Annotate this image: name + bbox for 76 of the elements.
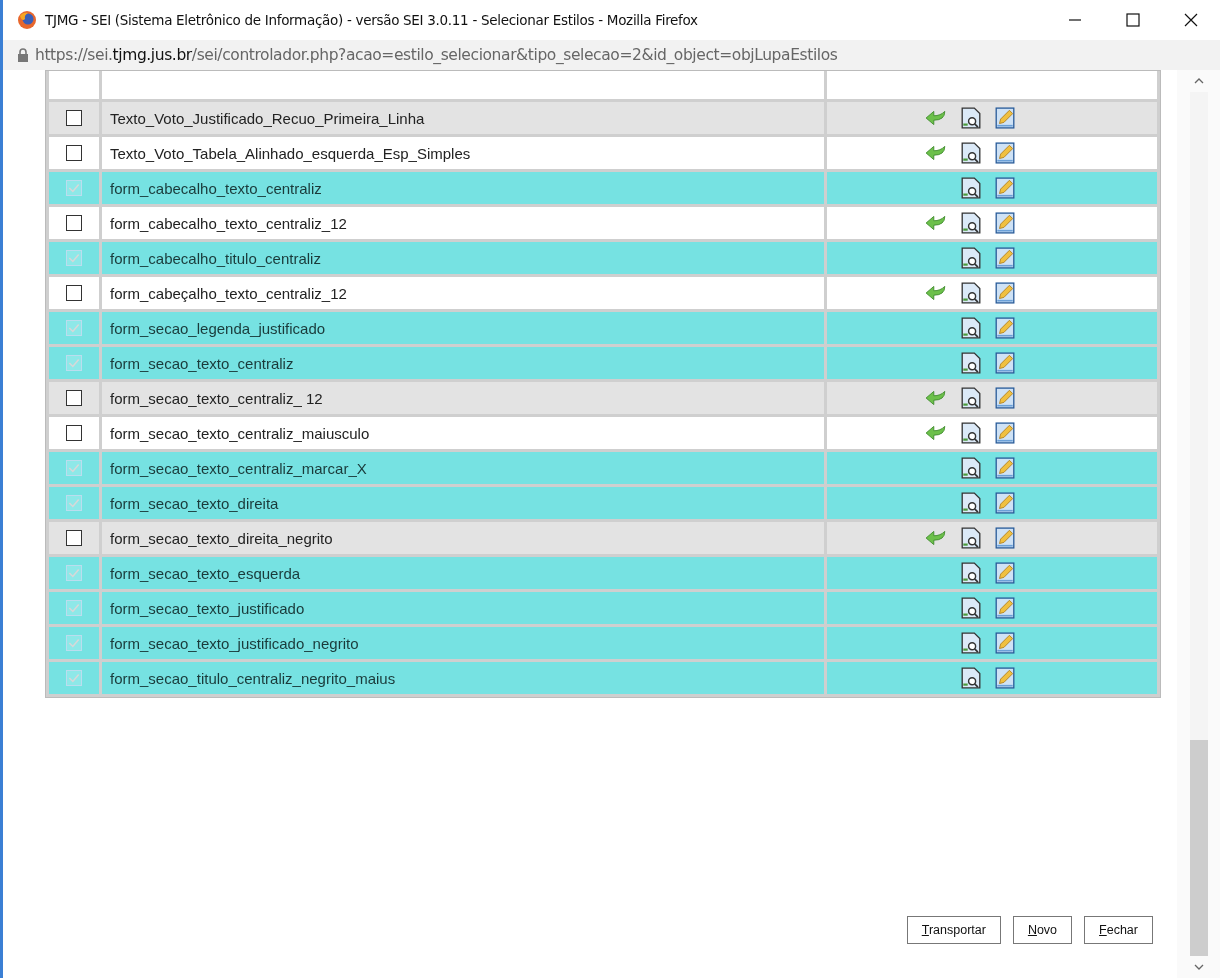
- style-name: Texto_Voto_Justificado_Recuo_Primeira_Linha: [110, 109, 425, 127]
- style-name: form_secao_texto_justificado_negrito: [110, 634, 359, 652]
- scroll-thumb[interactable]: [1189, 740, 1208, 956]
- edit-icon[interactable]: [995, 142, 1015, 164]
- preview-icon[interactable]: [961, 317, 981, 339]
- preview-icon[interactable]: [961, 212, 981, 234]
- preview-icon[interactable]: [961, 667, 981, 689]
- preview-icon[interactable]: [961, 527, 981, 549]
- preview-icon[interactable]: [961, 492, 981, 514]
- style-name: Texto_Voto_Tabela_Alinhado_esquerda_Esp_Simples: [110, 144, 471, 162]
- curved-arrow-icon[interactable]: [925, 109, 947, 127]
- style-name: form_secao_texto_centraliz_marcar_X: [110, 459, 367, 477]
- preview-icon[interactable]: [961, 562, 981, 584]
- checkbox[interactable]: [66, 530, 82, 546]
- edit-icon[interactable]: [995, 492, 1015, 514]
- edit-icon[interactable]: [995, 107, 1015, 129]
- style-name: form_secao_texto_esquerda: [110, 564, 301, 582]
- scroll-down-icon[interactable]: [1193, 964, 1204, 970]
- checkbox[interactable]: [66, 390, 82, 406]
- checkbox[interactable]: [66, 110, 82, 126]
- address-bar[interactable]: https://sei.tjmg.jus.br/sei/controlador.php?acao=estilo_selecionar&tipo_selecao=2&id_object=objLupaEstilos: [3, 40, 1220, 70]
- dialog-button[interactable]: Novo: [1012, 916, 1073, 944]
- checkbox[interactable]: [66, 215, 82, 231]
- preview-icon[interactable]: [961, 177, 981, 199]
- edit-icon[interactable]: [995, 212, 1015, 234]
- browser-logo-icon: [17, 10, 37, 30]
- edit-icon[interactable]: [995, 387, 1015, 409]
- checkbox[interactable]: [66, 285, 82, 301]
- edit-icon[interactable]: [995, 527, 1015, 549]
- curved-arrow-icon[interactable]: [925, 214, 947, 232]
- curved-arrow-icon[interactable]: [925, 529, 947, 547]
- edit-icon[interactable]: [995, 562, 1015, 584]
- checkbox[interactable]: [66, 145, 82, 161]
- scroll-up-icon[interactable]: [1193, 78, 1204, 84]
- style-name: form_secao_texto_justificado: [110, 599, 305, 617]
- edit-icon[interactable]: [995, 317, 1015, 339]
- preview-icon[interactable]: [961, 282, 981, 304]
- window-title: TJMG - SEI (Sistema Eletrônico de Informação) - versão SEI 3.0.11 - Selecionar Estilos - Mozilla Firefox: [45, 12, 698, 28]
- style-name: form_secao_texto_centraliz_ 12: [110, 389, 323, 407]
- edit-icon[interactable]: [995, 597, 1015, 619]
- preview-icon[interactable]: [961, 142, 981, 164]
- style-name: form_secao_legenda_justificado: [110, 319, 326, 337]
- preview-icon[interactable]: [961, 352, 981, 374]
- dialog-button[interactable]: Transportar: [906, 916, 1001, 944]
- curved-arrow-icon[interactable]: [925, 284, 947, 302]
- style-name: form_cabecalho_texto_centraliz_12: [110, 214, 347, 232]
- preview-icon[interactable]: [961, 247, 981, 269]
- preview-icon[interactable]: [961, 457, 981, 479]
- style-name: form_cabecalho_titulo_centraliz: [110, 249, 321, 267]
- preview-icon[interactable]: [961, 387, 981, 409]
- edit-icon[interactable]: [995, 667, 1015, 689]
- preview-icon[interactable]: [961, 107, 981, 129]
- edit-icon[interactable]: [995, 352, 1015, 374]
- edit-icon[interactable]: [995, 247, 1015, 269]
- style-name: form_secao_titulo_centraliz_negrito_maius: [110, 669, 396, 687]
- style-name: form_secao_texto_direita: [110, 494, 279, 512]
- preview-icon[interactable]: [961, 422, 981, 444]
- style-name: form_cabeçalho_texto_centraliz_12: [110, 284, 347, 302]
- edit-icon[interactable]: [995, 177, 1015, 199]
- edit-icon[interactable]: [995, 282, 1015, 304]
- style-name: form_secao_texto_centraliz_maiusculo: [110, 424, 370, 442]
- style-name: form_secao_texto_centraliz: [110, 354, 294, 372]
- edit-icon[interactable]: [995, 632, 1015, 654]
- dialog-button[interactable]: Fechar: [1084, 916, 1153, 944]
- curved-arrow-icon[interactable]: [925, 424, 947, 442]
- curved-arrow-icon[interactable]: [925, 389, 947, 407]
- curved-arrow-icon[interactable]: [925, 144, 947, 162]
- style-name: form_cabecalho_texto_centraliz: [110, 179, 322, 197]
- style-name: form_secao_texto_direita_negrito: [110, 529, 333, 547]
- lock-icon: [17, 48, 29, 62]
- scrollbar[interactable]: [1177, 70, 1220, 978]
- edit-icon[interactable]: [995, 457, 1015, 479]
- preview-icon[interactable]: [961, 632, 981, 654]
- checkbox[interactable]: [66, 425, 82, 441]
- preview-icon[interactable]: [961, 597, 981, 619]
- edit-icon[interactable]: [995, 422, 1015, 444]
